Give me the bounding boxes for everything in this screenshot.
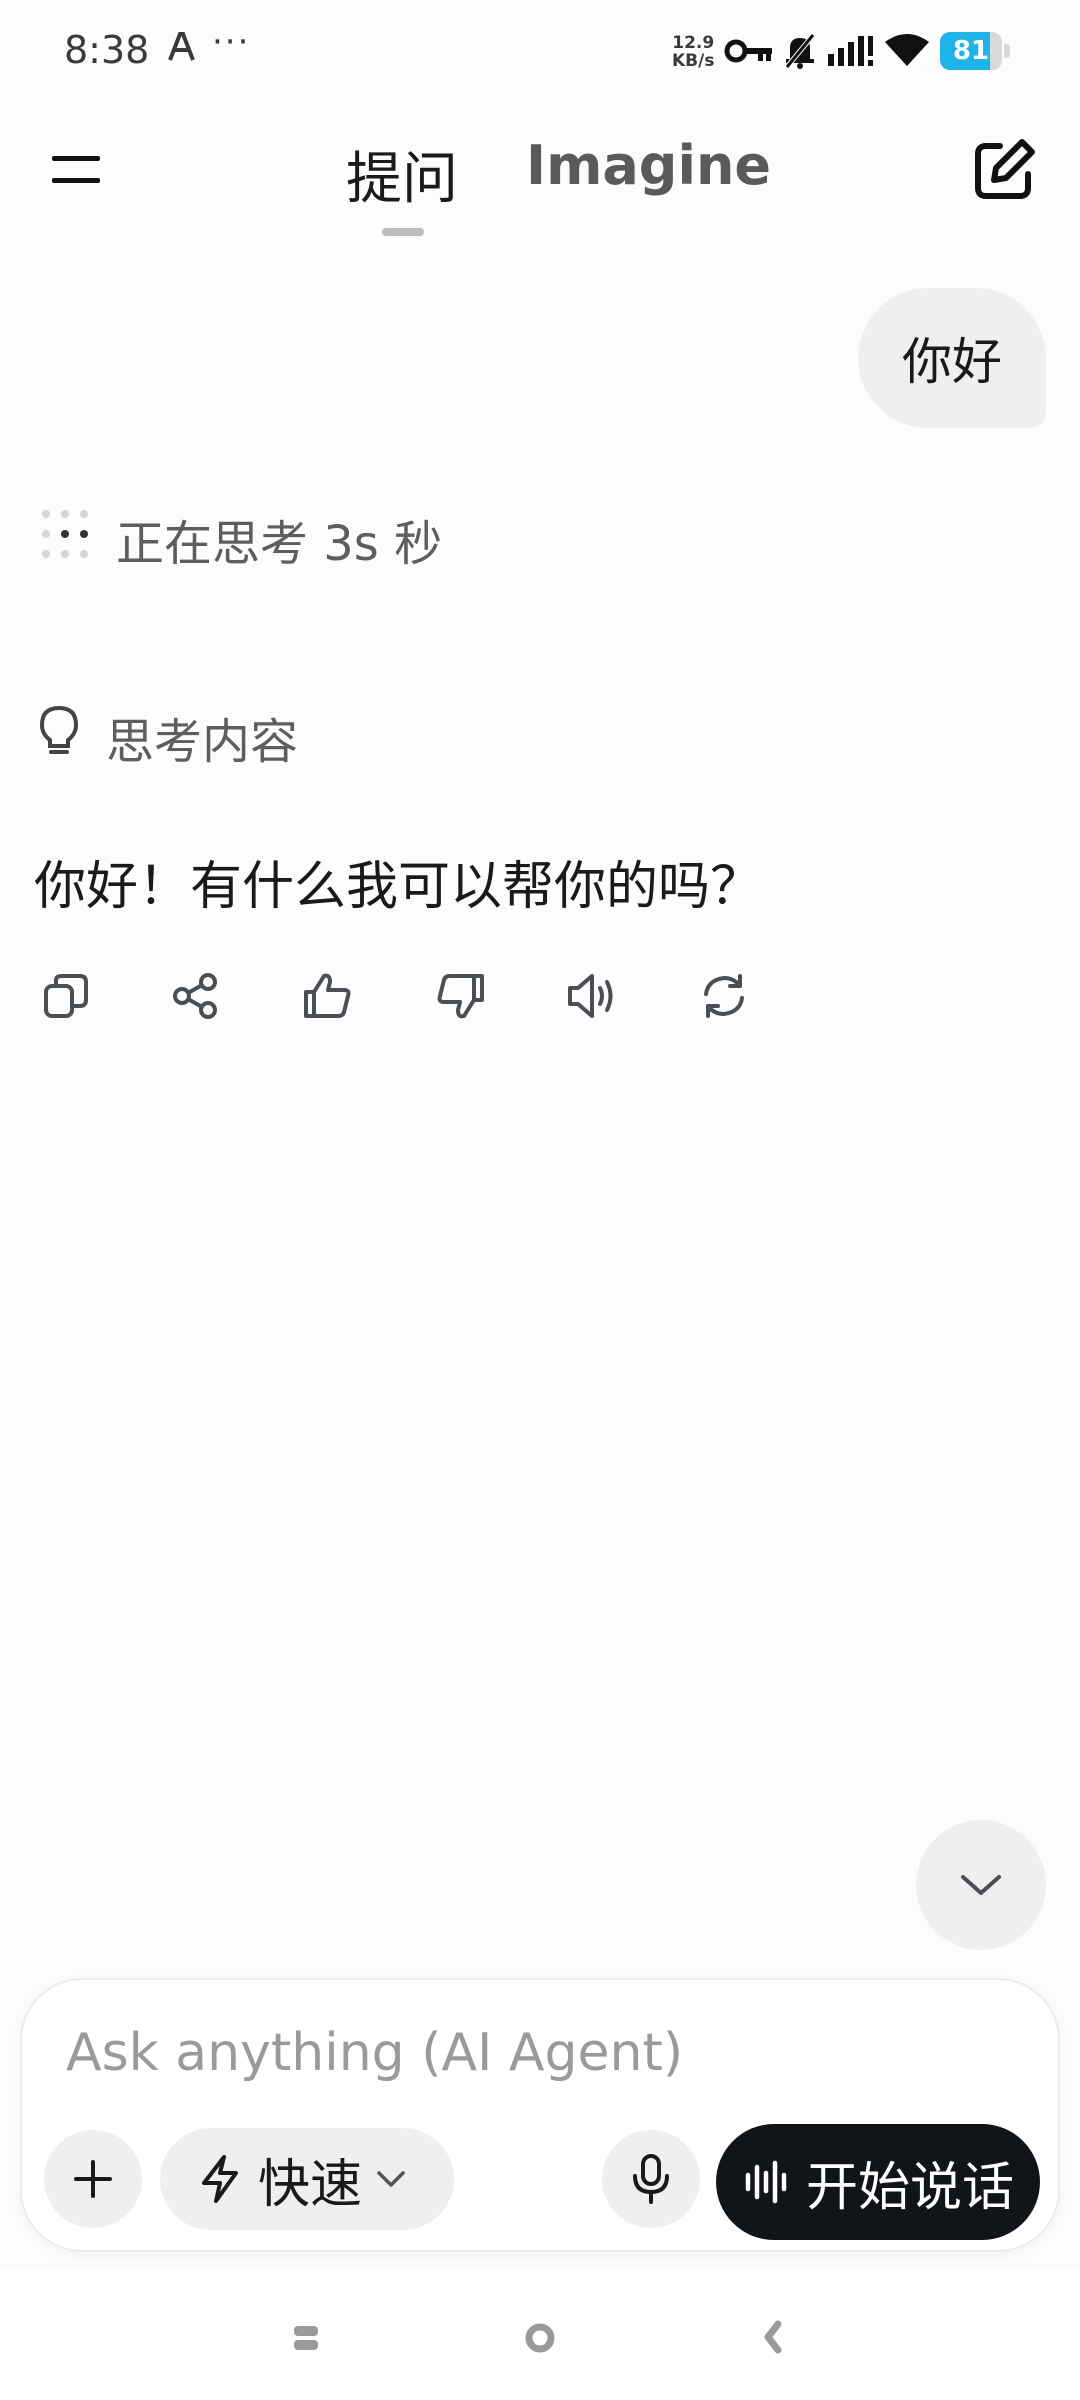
thumbs-down-button[interactable] (430, 966, 490, 1026)
plus-icon (74, 2160, 112, 2198)
share-icon (173, 973, 217, 1019)
menu-button[interactable] (40, 130, 120, 210)
thumbs-down-icon (437, 974, 484, 1019)
start-voice-chat-label: 开始说话 (806, 2157, 1015, 2218)
thinking-status: 正在思考 3s 秒 (116, 516, 443, 572)
thinking-indicator-icon (42, 510, 88, 558)
home-icon[interactable] (524, 2322, 556, 2354)
share-button[interactable] (166, 966, 226, 1026)
signal-icon (828, 36, 873, 66)
mute-bell-icon (784, 32, 816, 70)
composer: 快速 开始说话 (22, 1980, 1058, 2250)
thumbs-up-button[interactable] (298, 966, 358, 1026)
active-tab-indicator (382, 228, 424, 236)
chevron-down-icon (961, 1875, 1001, 1895)
mode-selector[interactable]: 快速 (160, 2128, 454, 2230)
mode-label: 快速 (258, 2154, 363, 2215)
tab-imagine[interactable]: Imagine (526, 134, 771, 197)
read-aloud-button[interactable] (562, 966, 622, 1026)
copy-icon (44, 974, 88, 1018)
regenerate-icon (704, 974, 744, 1018)
copy-button[interactable] (36, 966, 96, 1026)
microphone-icon (633, 2154, 669, 2204)
recent-apps-icon[interactable] (292, 2322, 320, 2354)
speaker-icon (568, 974, 613, 1018)
user-message-bubble: 你好 (858, 288, 1046, 428)
regenerate-button[interactable] (694, 966, 754, 1026)
font-app-icon (168, 32, 195, 61)
tab-ask[interactable]: 提问 (346, 134, 458, 215)
scroll-to-bottom-button[interactable] (916, 1820, 1046, 1950)
thumbs-up-icon (304, 973, 351, 1018)
thought-content-toggle[interactable]: 思考内容 (106, 702, 298, 772)
vpn-key-icon (724, 39, 772, 63)
wifi-icon (885, 34, 929, 66)
attach-button[interactable] (44, 2130, 142, 2228)
back-icon[interactable] (760, 2320, 784, 2354)
start-voice-chat-button[interactable]: 开始说话 (716, 2124, 1040, 2240)
new-chat-button[interactable] (964, 130, 1044, 210)
status-more-indicator: ··· (212, 22, 251, 62)
message-input[interactable] (66, 2018, 966, 2088)
battery-indicator: 81 (940, 32, 1012, 70)
microphone-button[interactable] (602, 2130, 700, 2228)
network-speed: 12.9 KB/s (672, 33, 715, 71)
status-time: 8:38 (64, 28, 150, 72)
chevron-down-icon (377, 2171, 405, 2187)
voice-wave-icon (745, 2160, 787, 2204)
lightbulb-icon[interactable] (36, 704, 82, 760)
assistant-answer: 你好！有什么我可以帮你的吗？ (34, 857, 763, 917)
lightning-icon (202, 2155, 238, 2203)
